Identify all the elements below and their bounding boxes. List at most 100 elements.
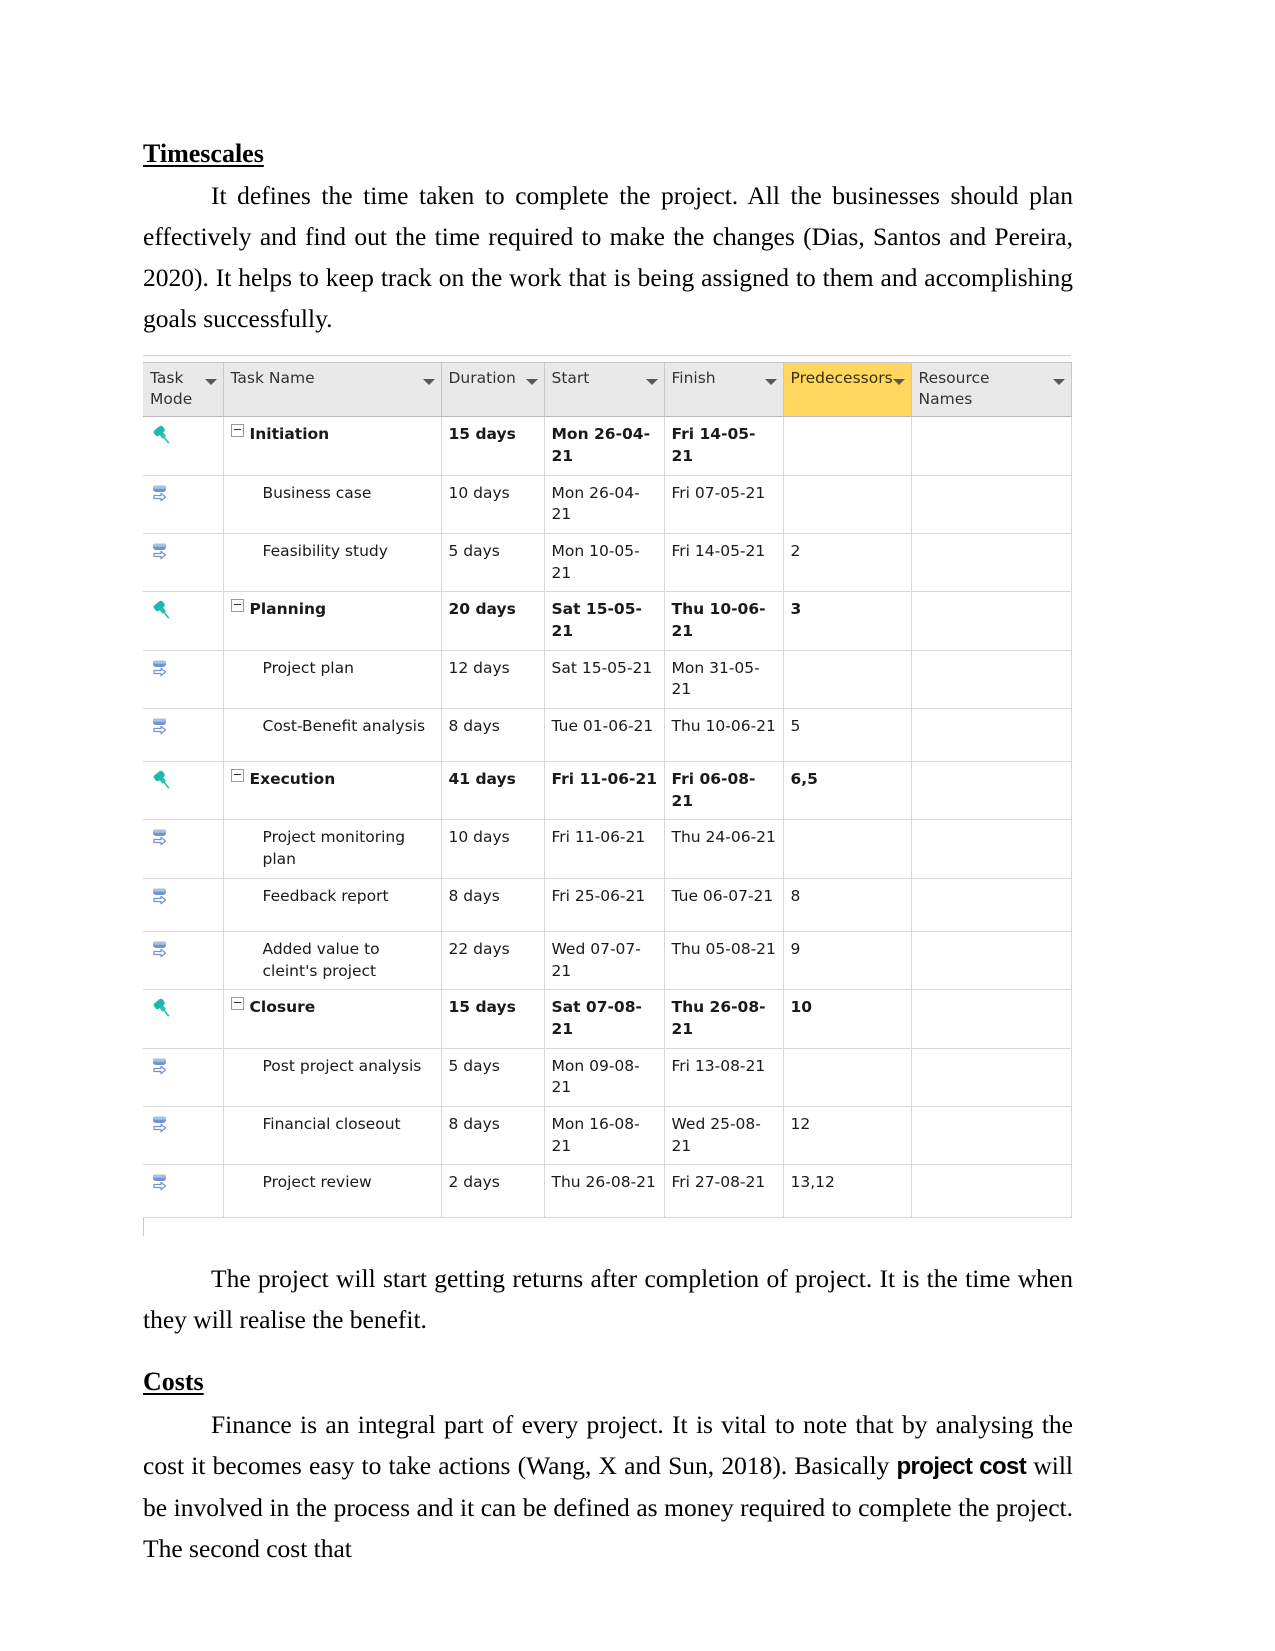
cell-task-mode[interactable]	[143, 650, 224, 710]
cell-finish[interactable]: Tue 06-07-21	[664, 878, 784, 932]
cell-predecessors[interactable]: 8	[783, 878, 912, 932]
cell-resource-names[interactable]	[911, 475, 1072, 534]
collapse-expander-icon[interactable]	[230, 599, 244, 613]
cell-finish[interactable]: Wed 25-08-21	[664, 1106, 784, 1166]
cell-predecessors[interactable]	[783, 416, 912, 476]
cell-task-name[interactable]: Post project analysis	[223, 1048, 442, 1107]
cell-predecessors[interactable]: 2	[783, 533, 912, 593]
cell-task-mode[interactable]	[143, 1048, 224, 1107]
collapse-expander-icon[interactable]	[230, 424, 244, 438]
cell-finish[interactable]: Mon 31-05-21	[664, 650, 784, 710]
column-header-task-mode[interactable]: Task Mode	[143, 362, 224, 418]
cell-predecessors[interactable]: 10	[783, 989, 912, 1049]
cell-task-name[interactable]: Execution	[223, 761, 442, 821]
cell-start[interactable]: Fri 11-06-21	[544, 819, 665, 879]
cell-resource-names[interactable]	[911, 761, 1072, 821]
cell-start[interactable]: Tue 01-06-21	[544, 708, 665, 763]
cell-resource-names[interactable]	[911, 1106, 1072, 1166]
cell-task-mode[interactable]	[143, 708, 224, 763]
column-header-start[interactable]: Start	[544, 362, 665, 418]
table-row[interactable]: Project review 2 days Thu 26-08-21 Fri 27-0…	[143, 1164, 1072, 1219]
cell-predecessors[interactable]: 3	[783, 591, 912, 651]
cell-resource-names[interactable]	[911, 533, 1072, 593]
cell-resource-names[interactable]	[911, 591, 1072, 651]
table-row[interactable]: Cost-Benefit analysis 8 days Tue 01-06-21 T…	[143, 708, 1072, 763]
table-row[interactable]: Project monitoring plan 10 days Fri 11-06-…	[143, 819, 1072, 879]
cell-finish[interactable]: Thu 05-08-21	[664, 931, 784, 991]
cell-task-mode[interactable]	[143, 533, 224, 593]
cell-start[interactable]: Mon 26-04-21	[544, 416, 665, 476]
cell-task-name[interactable]: Initiation	[223, 416, 442, 476]
cell-task-mode[interactable]	[143, 819, 224, 879]
cell-finish[interactable]: Fri 06-08-21	[664, 761, 784, 821]
cell-duration[interactable]: 20 days	[441, 591, 545, 651]
cell-start[interactable]: Mon 10-05-21	[544, 533, 665, 593]
cell-finish[interactable]: Thu 10-06-21	[664, 591, 784, 651]
cell-start[interactable]: Mon 26-04-21	[544, 475, 665, 534]
cell-task-name[interactable]: Cost-Benefit analysis	[223, 708, 442, 763]
cell-predecessors[interactable]	[783, 475, 912, 534]
cell-resource-names[interactable]	[911, 989, 1072, 1049]
cell-resource-names[interactable]	[911, 708, 1072, 763]
cell-predecessors[interactable]: 12	[783, 1106, 912, 1166]
column-header-resource-names[interactable]: Resource Names	[911, 362, 1072, 418]
cell-duration[interactable]: 22 days	[441, 931, 545, 991]
table-row[interactable]: Business case 10 days Mon 26-04-21 Fri 07-0…	[143, 475, 1072, 534]
cell-resource-names[interactable]	[911, 650, 1072, 710]
table-row[interactable]: Post project analysis 5 days Mon 09-08-21 F…	[143, 1048, 1072, 1107]
column-header-duration[interactable]: Duration	[441, 362, 545, 418]
cell-duration[interactable]: 10 days	[441, 819, 545, 879]
chevron-down-icon[interactable]	[204, 379, 217, 386]
cell-task-name[interactable]: Project plan	[223, 650, 442, 710]
cell-predecessors[interactable]	[783, 819, 912, 879]
cell-finish[interactable]: Fri 07-05-21	[664, 475, 784, 534]
cell-duration[interactable]: 12 days	[441, 650, 545, 710]
cell-finish[interactable]: Fri 13-08-21	[664, 1048, 784, 1107]
cell-start[interactable]: Sat 15-05-21	[544, 591, 665, 651]
cell-duration[interactable]: 5 days	[441, 533, 545, 593]
cell-start[interactable]: Mon 16-08-21	[544, 1106, 665, 1166]
cell-predecessors[interactable]: 6,5	[783, 761, 912, 821]
cell-task-name[interactable]: Project monitoring plan	[223, 819, 442, 879]
cell-task-name[interactable]: Project review	[223, 1164, 442, 1219]
cell-resource-names[interactable]	[911, 819, 1072, 879]
chevron-down-icon[interactable]	[764, 379, 777, 386]
cell-finish[interactable]: Thu 24-06-21	[664, 819, 784, 879]
cell-finish[interactable]: Fri 14-05-21	[664, 533, 784, 593]
cell-predecessors[interactable]: 5	[783, 708, 912, 763]
column-header-task-name[interactable]: Task Name	[223, 362, 442, 418]
cell-finish[interactable]: Fri 14-05-21	[664, 416, 784, 476]
cell-predecessors[interactable]: 9	[783, 931, 912, 991]
table-row[interactable]: Planning 20 days Sat 15-05-21 Thu 10-06-21 3	[143, 591, 1072, 651]
cell-duration[interactable]: 5 days	[441, 1048, 545, 1107]
table-row[interactable]: Feedback report 8 days Fri 25-06-21 Tue 06-…	[143, 878, 1072, 932]
cell-duration[interactable]: 41 days	[441, 761, 545, 821]
cell-start[interactable]: Sat 15-05-21	[544, 650, 665, 710]
table-row[interactable]: Feasibility study 5 days Mon 10-05-21 Fri 1…	[143, 533, 1072, 593]
cell-task-mode[interactable]	[143, 878, 224, 932]
cell-start[interactable]: Thu 26-08-21	[544, 1164, 665, 1219]
cell-task-mode[interactable]	[143, 1106, 224, 1166]
cell-start[interactable]: Fri 25-06-21	[544, 878, 665, 932]
cell-finish[interactable]: Thu 26-08-21	[664, 989, 784, 1049]
cell-start[interactable]: Sat 07-08-21	[544, 989, 665, 1049]
cell-task-mode[interactable]	[143, 591, 224, 651]
table-row[interactable]: Execution 41 days Fri 11-06-21 Fri 06-08-21…	[143, 761, 1072, 821]
cell-finish[interactable]: Fri 27-08-21	[664, 1164, 784, 1219]
cell-resource-names[interactable]	[911, 878, 1072, 932]
cell-task-name[interactable]: Closure	[223, 989, 442, 1049]
cell-task-name[interactable]: Business case	[223, 475, 442, 534]
cell-resource-names[interactable]	[911, 931, 1072, 991]
cell-resource-names[interactable]	[911, 416, 1072, 476]
cell-task-mode[interactable]	[143, 1164, 224, 1219]
table-row[interactable]: Initiation 15 days Mon 26-04-21 Fri 14-05-2…	[143, 416, 1072, 476]
cell-start[interactable]: Mon 09-08-21	[544, 1048, 665, 1107]
cell-task-name[interactable]: Feasibility study	[223, 533, 442, 593]
table-row[interactable]: Project plan 12 days Sat 15-05-21 Mon 31-05…	[143, 650, 1072, 710]
cell-predecessors[interactable]: 13,12	[783, 1164, 912, 1219]
chevron-down-icon[interactable]	[645, 379, 658, 386]
chevron-down-icon[interactable]	[1052, 379, 1065, 386]
cell-task-name[interactable]: Added value to cleint's project	[223, 931, 442, 991]
cell-predecessors[interactable]	[783, 1048, 912, 1107]
cell-duration[interactable]: 8 days	[441, 1106, 545, 1166]
